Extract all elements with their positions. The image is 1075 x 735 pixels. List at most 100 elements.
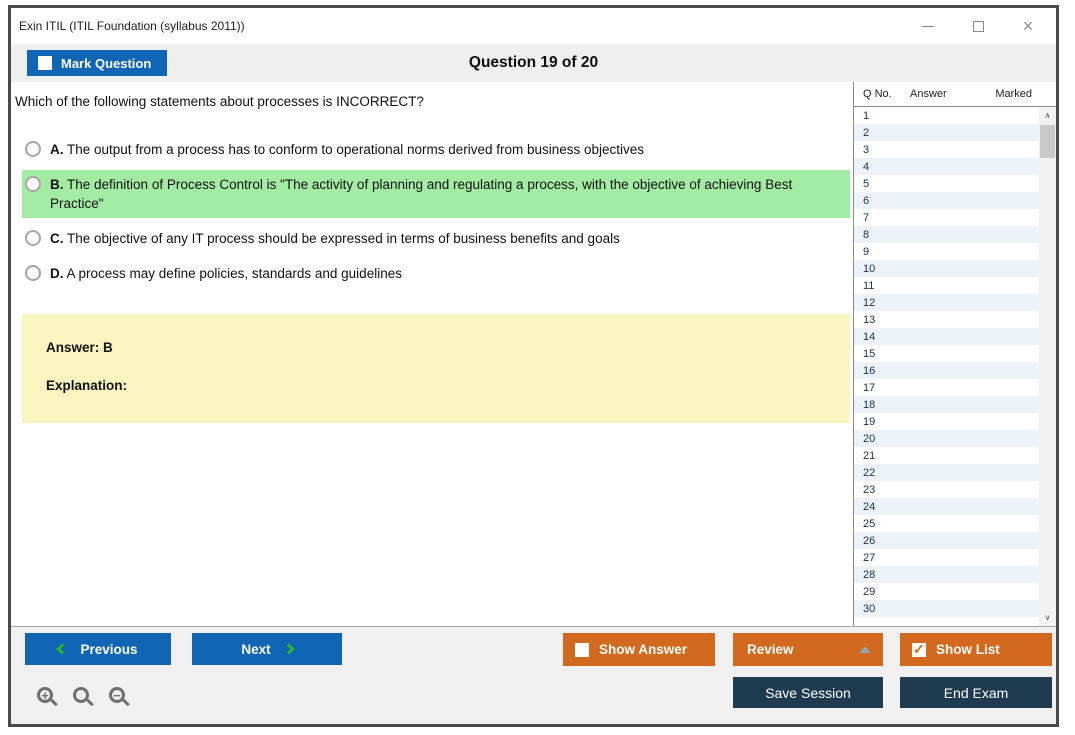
question-list-row[interactable]: 29: [854, 583, 1039, 600]
option-d[interactable]: D. A process may define policies, standa…: [22, 259, 850, 288]
question-list-rows: 1 2 3 4 5 6 7 8 9 10 11 12 13 14 15 16 17 18 19 20 21 22 23 24 2…: [854, 107, 1039, 626]
qcell-q: 30: [863, 602, 876, 615]
question-list-row[interactable]: 7: [854, 209, 1039, 226]
column-header-qno: Q No.: [863, 88, 892, 100]
question-list-row[interactable]: 14: [854, 328, 1039, 345]
question-list-row[interactable]: 28: [854, 566, 1039, 583]
show-list-label: Show List: [936, 642, 1000, 657]
chevron-right-icon: [282, 643, 295, 655]
question-list-row[interactable]: 22: [854, 464, 1039, 481]
qcell-q: 10: [863, 262, 876, 275]
question-list-row[interactable]: 9: [854, 243, 1039, 260]
zoom-out-icon[interactable]: [109, 687, 125, 703]
question-list-row[interactable]: 10: [854, 260, 1039, 277]
question-list-row[interactable]: 26: [854, 532, 1039, 549]
footer-bar: Previous Next Show Answer Review Show Li…: [11, 626, 1056, 724]
question-list-panel: Q No. Answer Marked 1 2 3 4 5 6 7 8 9 10 11 12 13 14 1…: [853, 82, 1056, 626]
question-list-row[interactable]: 12: [854, 294, 1039, 311]
show-answer-label: Show Answer: [599, 642, 688, 657]
question-list-row[interactable]: 25: [854, 515, 1039, 532]
window-title: Exin ITIL (ITIL Foundation (syllabus 201…: [19, 19, 245, 33]
qcell-q: 23: [863, 483, 876, 496]
question-list-row[interactable]: 24: [854, 498, 1039, 515]
answer-line: Answer: B: [46, 340, 113, 355]
option-b-radio[interactable]: [25, 176, 41, 192]
question-list-row[interactable]: 21: [854, 447, 1039, 464]
qcell-q: 20: [863, 432, 876, 445]
qcell-q: 9: [863, 245, 870, 258]
show-list-button[interactable]: Show List: [900, 633, 1052, 666]
qcell-q: 15: [863, 347, 876, 360]
qcell-q: 26: [863, 534, 876, 547]
question-list-row[interactable]: 2: [854, 124, 1039, 141]
option-a-body: The output from a process has to conform…: [67, 142, 645, 157]
option-b[interactable]: B. The definition of Process Control is …: [22, 170, 850, 218]
option-a-radio[interactable]: [25, 141, 41, 157]
scroll-down-icon[interactable]: ∨: [1039, 609, 1056, 626]
question-list-row[interactable]: 4: [854, 158, 1039, 175]
qcell-q: 17: [863, 381, 876, 394]
previous-button[interactable]: Previous: [25, 633, 171, 665]
question-list-row[interactable]: 23: [854, 481, 1039, 498]
qcell-q: 19: [863, 415, 876, 428]
question-list-row[interactable]: 15: [854, 345, 1039, 362]
question-list-row[interactable]: 20: [854, 430, 1039, 447]
show-answer-button[interactable]: Show Answer: [563, 633, 715, 666]
review-label: Review: [747, 642, 794, 657]
qcell-q: 12: [863, 296, 876, 309]
review-dropdown-button[interactable]: Review: [733, 633, 883, 666]
question-list-scrollbar[interactable]: ∧ ∨: [1039, 107, 1056, 626]
end-exam-label: End Exam: [943, 684, 1009, 701]
question-list-row[interactable]: 27: [854, 549, 1039, 566]
qcell-q: 21: [863, 449, 876, 462]
option-c-radio[interactable]: [25, 230, 41, 246]
question-list-row[interactable]: 11: [854, 277, 1039, 294]
qcell-q: 3: [863, 143, 870, 156]
show-list-checkbox-icon: [912, 641, 926, 658]
question-list-row[interactable]: 6: [854, 192, 1039, 209]
mark-question-button[interactable]: Mark Question: [27, 50, 168, 76]
answer-box: Answer: B Explanation:: [22, 314, 850, 423]
question-list-row[interactable]: 17: [854, 379, 1039, 396]
question-list-row[interactable]: 13: [854, 311, 1039, 328]
question-list-row[interactable]: 30: [854, 600, 1039, 617]
save-session-label: Save Session: [765, 684, 851, 701]
qcell-q: 11: [863, 279, 875, 292]
question-list-row[interactable]: 3: [854, 141, 1039, 158]
question-list-header: Q No. Answer Marked: [854, 82, 1056, 107]
qcell-q: 24: [863, 500, 876, 513]
zoom-reset-icon[interactable]: [73, 687, 89, 703]
zoom-in-icon[interactable]: [37, 687, 53, 703]
minimize-button[interactable]: [920, 18, 936, 34]
option-d-letter: D.: [50, 266, 64, 281]
question-list-row[interactable]: 1: [854, 107, 1039, 124]
option-a[interactable]: A. The output from a process has to conf…: [22, 135, 850, 164]
maximize-button[interactable]: [970, 18, 986, 34]
next-button[interactable]: Next: [192, 633, 342, 665]
qcell-q: 5: [863, 177, 870, 190]
maximize-icon: [972, 20, 984, 32]
close-button[interactable]: ×: [1020, 17, 1036, 35]
show-answer-checkbox-icon: [575, 642, 589, 657]
question-list-row[interactable]: 8: [854, 226, 1039, 243]
explanation-line: Explanation:: [46, 378, 128, 393]
option-d-body: A process may define policies, standards…: [66, 266, 402, 281]
main-area: Which of the following statements about …: [11, 82, 1056, 626]
save-session-button[interactable]: Save Session: [733, 677, 883, 708]
qcell-q: 28: [863, 568, 876, 581]
zoom-controls: [37, 687, 125, 703]
question-list-row[interactable]: 5: [854, 175, 1039, 192]
qcell-q: 18: [863, 398, 876, 411]
scroll-up-icon[interactable]: ∧: [1039, 107, 1056, 124]
option-c[interactable]: C. The objective of any IT process shoul…: [22, 224, 850, 253]
question-counter: Question 19 of 20: [468, 54, 599, 71]
mark-question-label: Mark Question: [61, 55, 152, 71]
qcell-q: 27: [863, 551, 876, 564]
qcell-q: 1: [863, 109, 870, 122]
option-d-radio[interactable]: [25, 265, 41, 281]
question-list-row[interactable]: 16: [854, 362, 1039, 379]
question-list-row[interactable]: 18: [854, 396, 1039, 413]
scrollbar-thumb[interactable]: [1040, 125, 1055, 158]
question-list-row[interactable]: 19: [854, 413, 1039, 430]
end-exam-button[interactable]: End Exam: [900, 677, 1052, 708]
